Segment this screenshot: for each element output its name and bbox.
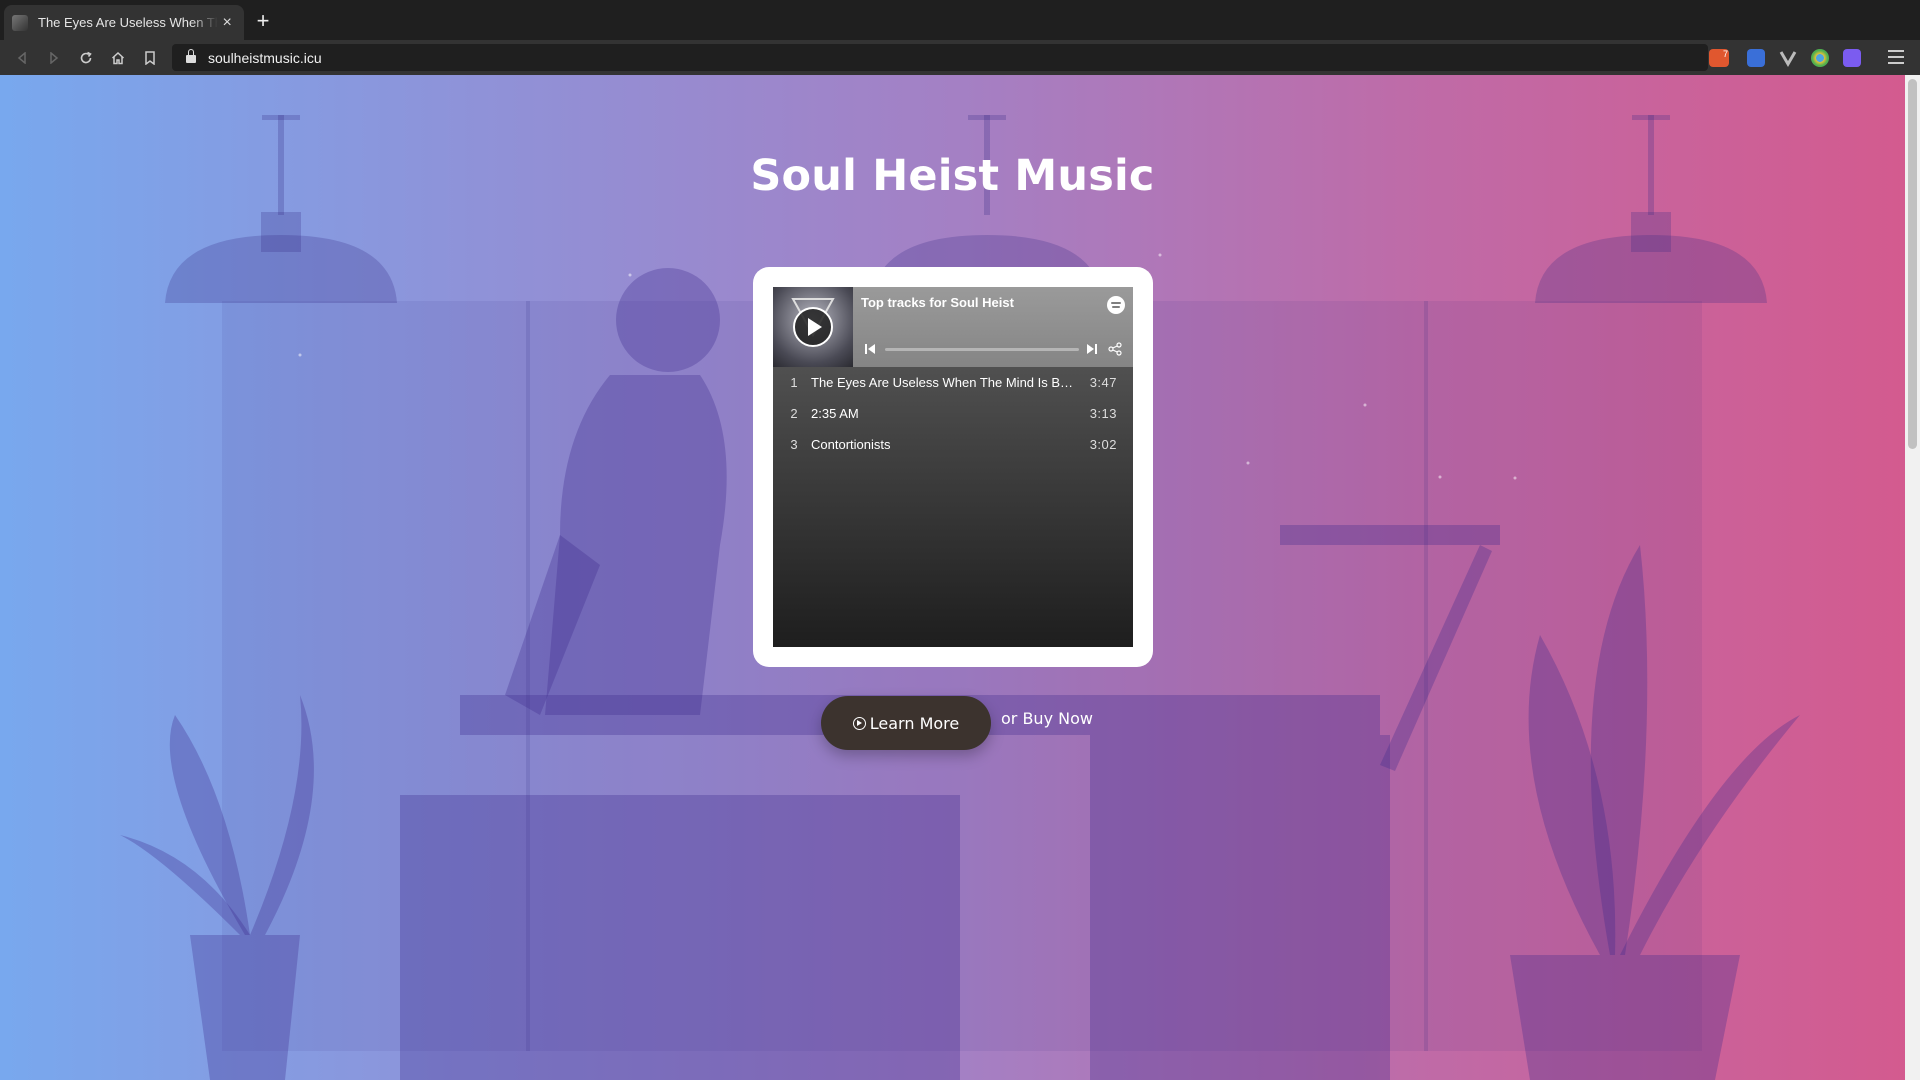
brave-badge: 7 bbox=[1722, 49, 1728, 59]
menu-icon[interactable] bbox=[1888, 50, 1904, 64]
previous-track-icon[interactable] bbox=[864, 343, 876, 355]
player-header: Top tracks for Soul Heist bbox=[773, 287, 1133, 367]
track-number: 2 bbox=[790, 406, 798, 421]
next-track-icon[interactable] bbox=[1086, 343, 1098, 355]
chrome-extension-icon[interactable] bbox=[1811, 49, 1829, 67]
lock-icon bbox=[186, 49, 196, 63]
address-bar[interactable]: soulheistmusic.icu bbox=[172, 44, 1708, 71]
track-row[interactable]: 2 2:35 AM 3:13 bbox=[773, 398, 1133, 429]
track-list: 1 The Eyes Are Useless When The Mind Is … bbox=[773, 367, 1133, 460]
tab-title: The Eyes Are Useless When The Mind Is Bl… bbox=[38, 15, 218, 30]
progress-bar[interactable] bbox=[885, 348, 1079, 351]
spotify-embed-player[interactable]: Top tracks for Soul Heist 1 The Eyes Are… bbox=[773, 287, 1133, 647]
track-number: 3 bbox=[790, 437, 798, 452]
play-circle-icon bbox=[852, 716, 866, 730]
track-duration: 3:13 bbox=[1089, 406, 1117, 421]
play-icon bbox=[808, 318, 822, 336]
track-duration: 3:47 bbox=[1089, 375, 1117, 390]
page-viewport: Soul Heist Music Top tracks for Soul Hei… bbox=[0, 75, 1920, 1080]
album-artwork bbox=[773, 287, 853, 367]
extension-icon[interactable] bbox=[1747, 49, 1765, 67]
spotify-logo-icon[interactable] bbox=[1107, 296, 1125, 314]
back-arrow-icon[interactable] bbox=[6, 44, 38, 72]
browser-window: The Eyes Are Useless When The Mind Is Bl… bbox=[0, 0, 1920, 1080]
brave-shields-icon[interactable]: 7 bbox=[1709, 49, 1729, 67]
track-duration: 3:02 bbox=[1089, 437, 1117, 452]
page-title: Soul Heist Music bbox=[750, 151, 1155, 201]
tab-close-icon[interactable]: × bbox=[218, 14, 236, 32]
scrollbar-thumb[interactable] bbox=[1908, 79, 1917, 449]
play-button[interactable] bbox=[793, 307, 833, 347]
active-tab[interactable]: The Eyes Are Useless When The Mind Is Bl… bbox=[4, 5, 244, 40]
reload-icon[interactable] bbox=[70, 44, 102, 72]
purple-extension-icon[interactable] bbox=[1843, 49, 1861, 67]
player-heading: Top tracks for Soul Heist bbox=[861, 295, 1014, 310]
scrollbar[interactable] bbox=[1905, 75, 1920, 1080]
browser-toolbar: soulheistmusic.icu 7 bbox=[0, 40, 1920, 75]
tab-strip: The Eyes Are Useless When The Mind Is Bl… bbox=[0, 0, 1920, 40]
url-text: soulheistmusic.icu bbox=[208, 49, 322, 66]
track-number: 1 bbox=[790, 375, 798, 390]
home-icon[interactable] bbox=[102, 44, 134, 72]
tab-favicon-icon bbox=[12, 14, 28, 31]
track-name: Contortionists bbox=[811, 437, 891, 452]
player-card: Top tracks for Soul Heist 1 The Eyes Are… bbox=[753, 267, 1153, 667]
learn-more-label: Learn More bbox=[869, 713, 960, 733]
forward-arrow-icon[interactable] bbox=[38, 44, 70, 72]
track-name: 2:35 AM bbox=[811, 406, 859, 421]
share-icon[interactable] bbox=[1108, 342, 1122, 356]
new-tab-button[interactable]: + bbox=[252, 10, 274, 32]
learn-more-button[interactable]: Learn More bbox=[821, 696, 991, 750]
vpn-extension-icon[interactable] bbox=[1779, 49, 1797, 67]
track-row[interactable]: 3 Contortionists 3:02 bbox=[773, 429, 1133, 460]
buy-now-link[interactable]: or Buy Now bbox=[1001, 709, 1093, 728]
track-name: The Eyes Are Useless When The Mind Is Bl… bbox=[811, 375, 1075, 390]
track-row[interactable]: 1 The Eyes Are Useless When The Mind Is … bbox=[773, 367, 1133, 398]
bookmark-icon[interactable] bbox=[134, 44, 166, 72]
